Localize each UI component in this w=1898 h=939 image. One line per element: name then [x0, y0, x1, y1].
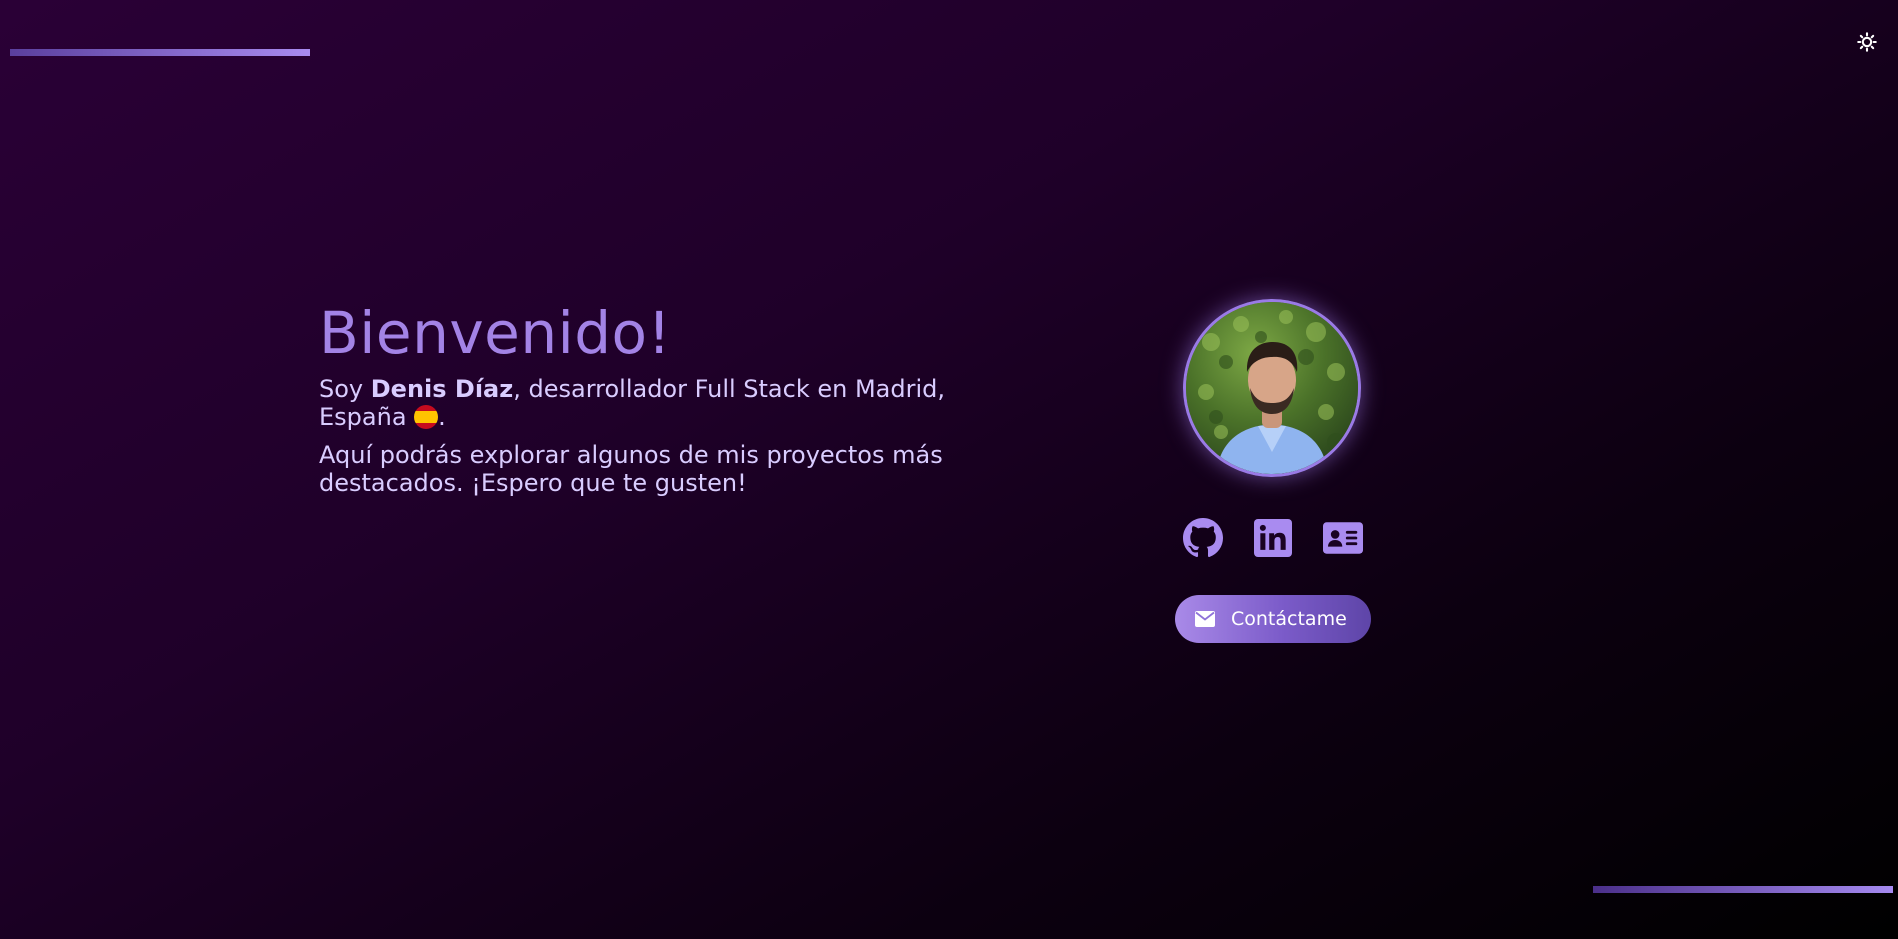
- page-title: Bienvenido!: [319, 299, 672, 367]
- avatar: [1183, 299, 1361, 477]
- linkedin-icon: [1254, 519, 1292, 557]
- decorative-bar-top: [10, 49, 310, 56]
- id-card-icon: [1323, 522, 1363, 554]
- intro-period: .: [438, 403, 446, 431]
- author-name: Denis Díaz: [370, 375, 514, 403]
- sun-icon: [1857, 32, 1877, 52]
- contact-button[interactable]: Contáctame: [1175, 595, 1371, 643]
- github-icon: [1183, 518, 1223, 558]
- decorative-bar-bottom: [1593, 886, 1893, 893]
- profile-photo: [1186, 302, 1358, 474]
- contact-button-label: Contáctame: [1231, 608, 1347, 630]
- theme-toggle-button[interactable]: [1855, 30, 1879, 54]
- resume-link[interactable]: [1323, 518, 1363, 558]
- envelope-icon: [1195, 611, 1215, 627]
- intro-text: Soy Denis Díaz, desarrollador Full Stack…: [319, 375, 959, 431]
- intro-section: Bienvenido! Soy Denis Díaz, desarrollado…: [319, 295, 959, 497]
- linkedin-link[interactable]: [1253, 518, 1293, 558]
- intro-prefix: Soy: [319, 375, 371, 403]
- intro-description: Aquí podrás explorar algunos de mis proy…: [319, 441, 943, 497]
- social-links: [1183, 518, 1363, 558]
- github-link[interactable]: [1183, 518, 1223, 558]
- spain-flag-icon: [414, 405, 439, 429]
